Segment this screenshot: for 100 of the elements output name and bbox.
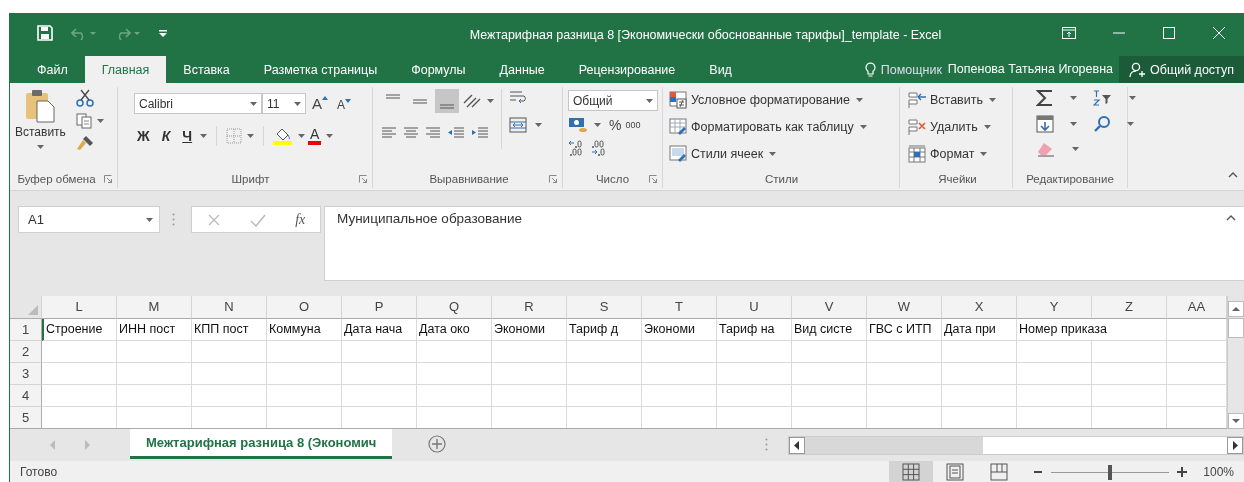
merge-cells-icon[interactable] [509,117,527,133]
column-header[interactable]: M [117,296,192,319]
decrease-decimal-icon[interactable] [590,139,608,157]
search-icon[interactable] [1093,115,1111,133]
column-header[interactable]: V [792,296,867,319]
insert-function-button[interactable]: fx [295,211,306,228]
caret-icon[interactable] [96,119,104,123]
row-header[interactable]: 4 [10,385,42,407]
paintbrush-icon[interactable] [75,135,94,151]
clipboard-icon[interactable] [25,89,56,123]
dialog-launcher-icon[interactable] [359,175,367,183]
format-button[interactable]: Формат [908,143,1007,164]
caret-icon[interactable] [983,124,991,129]
save-icon[interactable] [37,25,53,41]
fill-down-icon[interactable] [1036,115,1054,133]
user-name[interactable]: Попенова Татьяна Игоревна [947,56,1119,83]
caret-icon[interactable] [1127,122,1134,126]
caret-icon[interactable] [1072,147,1079,151]
maximize-icon[interactable] [1163,27,1175,39]
vertical-scrollbar[interactable] [1227,296,1244,429]
caret-icon[interactable] [856,97,864,102]
scroll-left-icon[interactable] [789,437,805,454]
caret-icon[interactable] [769,151,777,156]
column-header[interactable]: U [717,296,792,319]
check-icon[interactable] [249,212,266,227]
horizontal-scrollbar[interactable] [788,436,1244,455]
caret-icon[interactable] [989,97,996,102]
page-layout-view-icon[interactable] [946,463,965,481]
copy-icon[interactable] [75,113,92,129]
text-orientation-icon[interactable] [462,93,482,109]
caret-icon[interactable] [326,134,334,138]
sheet-tab[interactable]: Межтарифная разница 8 (Экономич [130,429,393,459]
dialog-launcher-icon[interactable] [549,175,557,183]
scroll-down-icon[interactable] [1228,413,1244,429]
normal-view-icon[interactable] [902,463,921,481]
row-header[interactable]: 3 [10,363,42,385]
ribbon-display-icon[interactable] [1062,27,1076,39]
person-add-icon[interactable] [1129,61,1145,78]
bold-button[interactable]: Ж [134,128,153,144]
italic-button[interactable]: К [158,128,174,144]
font-color-button[interactable]: A [308,127,322,145]
column-header[interactable]: R [492,296,567,319]
scroll-up-icon[interactable] [1228,301,1244,317]
sort-filter-icon[interactable] [1093,90,1113,106]
increase-indent-icon[interactable] [471,125,489,141]
caret-icon[interactable] [298,134,306,138]
column-header[interactable]: Z [1092,296,1167,319]
row-header[interactable]: 2 [10,341,42,363]
tell-me-button[interactable]: Помощник [864,56,948,83]
column-header[interactable]: O [267,296,342,319]
scissors-icon[interactable] [75,89,94,107]
column-header[interactable]: W [867,296,942,319]
zoom-in-icon[interactable] [1177,467,1188,477]
caret-icon[interactable] [1129,96,1136,100]
ribbon-tab[interactable]: Вид [692,56,749,83]
caret-icon[interactable] [36,145,44,149]
column-header[interactable]: S [567,296,642,319]
conditional-formatting-button[interactable]: Условное форматирование [669,89,894,110]
caret-icon[interactable] [487,99,494,103]
font-size-field[interactable]: 11 [262,93,306,114]
column-header[interactable]: P [342,296,417,319]
paste-button[interactable]: Вставить [15,87,66,170]
row-header[interactable]: 5 [10,407,42,428]
currency-icon[interactable] [568,117,588,133]
caret-icon[interactable] [859,124,867,129]
close-icon[interactable] [1213,27,1225,39]
row-header[interactable]: 1 [10,319,42,341]
ribbon-tab[interactable]: Главная [84,56,167,83]
caret-icon[interactable] [294,101,301,106]
caret-icon[interactable] [646,98,653,103]
caret-icon[interactable] [594,123,601,127]
collapse-ribbon-icon[interactable] [1228,172,1238,178]
cell-styles-button[interactable]: Стили ячеек [669,143,894,164]
decrease-font-button[interactable]: A [334,95,355,112]
caret-icon[interactable] [980,151,988,156]
lightbulb-icon[interactable] [864,61,876,78]
increase-font-button[interactable]: A [309,95,331,112]
column-header[interactable]: Y [1017,296,1092,319]
underline-button[interactable]: Ч [179,128,196,144]
name-box[interactable]: A1 [18,206,160,233]
number-format-field[interactable]: Общий [568,90,658,111]
scrollbar-thumb[interactable] [983,437,1227,454]
ribbon-tab[interactable]: Данные [482,56,562,83]
ribbon-tab[interactable]: Разметка страницы [246,56,395,83]
sum-icon[interactable] [1036,89,1054,107]
formula-field[interactable]: Муниципальное образование [324,206,1244,281]
page-break-view-icon[interactable] [990,463,1009,481]
caret-icon[interactable] [250,101,257,106]
percent-button[interactable]: % [609,117,622,133]
decrease-indent-icon[interactable] [447,125,465,141]
scroll-right-icon[interactable] [1227,437,1243,454]
column-header[interactable]: Q [417,296,492,319]
dialog-launcher-icon[interactable] [649,175,657,183]
zoom-level[interactable]: 100% [1187,465,1244,479]
fill-color-icon[interactable] [273,127,294,145]
add-sheet-icon[interactable] [428,435,447,453]
scrollbar-thumb[interactable] [1228,318,1244,338]
dialog-launcher-icon[interactable] [104,175,112,183]
ribbon-tab[interactable]: Файл [20,56,85,83]
caret-icon[interactable] [247,134,255,138]
